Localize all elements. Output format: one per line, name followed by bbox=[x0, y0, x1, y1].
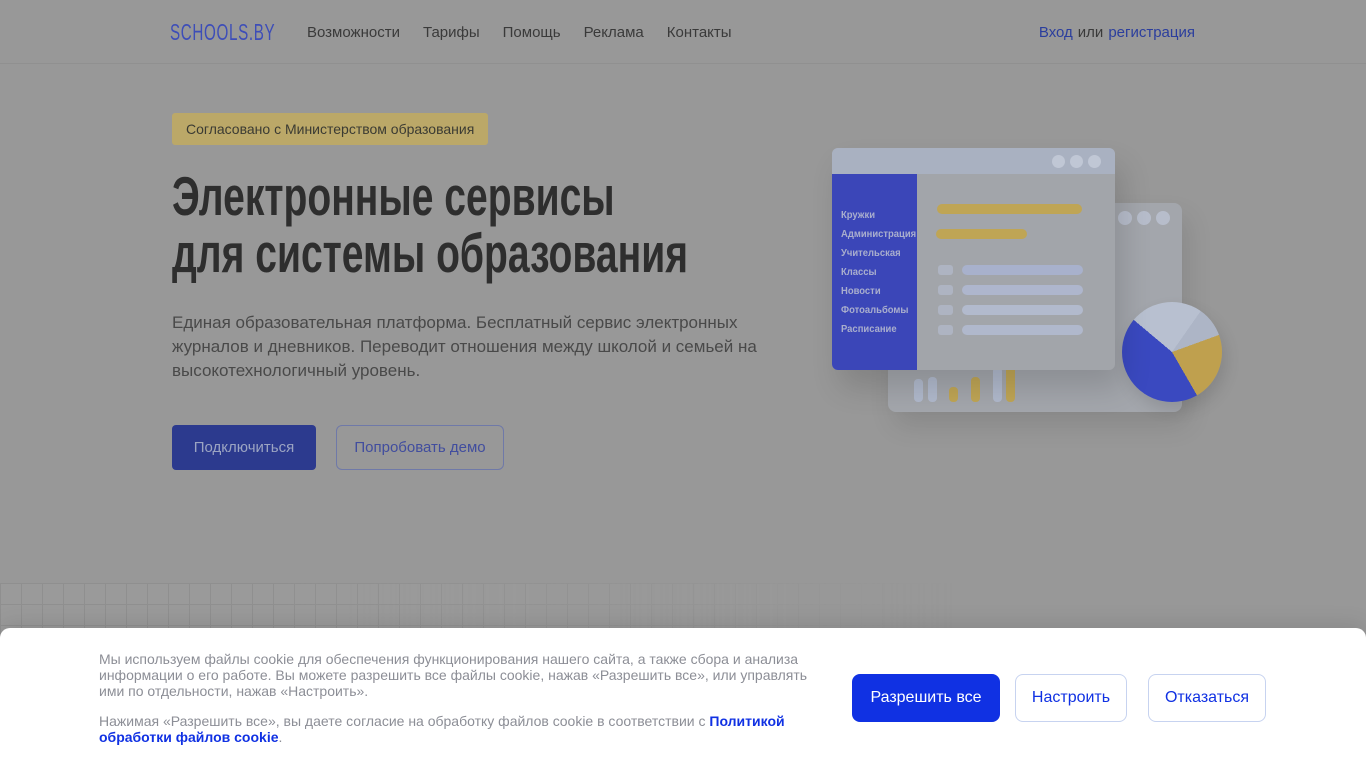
cookie-consent-banner: Мы используем файлы cookie для обеспечен… bbox=[0, 628, 1366, 768]
schools-by-logo[interactable]: SCHOOLS.BY bbox=[170, 0, 330, 64]
chart-bar bbox=[1006, 366, 1015, 402]
chart-bar bbox=[914, 379, 923, 402]
nav-item-features[interactable]: Возможности bbox=[307, 24, 400, 41]
cookie-paragraph-1: Мы используем файлы cookie для обеспечен… bbox=[99, 651, 808, 699]
allow-all-cookies-button[interactable]: Разрешить все bbox=[852, 674, 1000, 722]
sidebar-item-news: Новости bbox=[841, 285, 881, 297]
nav-item-pricing[interactable]: Тарифы bbox=[423, 24, 480, 41]
cookie-paragraph-2: Нажимая «Разрешить все», вы даете соглас… bbox=[99, 713, 819, 745]
sidebar-item-clubs: Кружки bbox=[841, 209, 876, 221]
configure-cookies-button[interactable]: Настроить bbox=[1015, 674, 1127, 722]
cookie-consent-text: Мы используем файлы cookie для обеспечен… bbox=[99, 651, 819, 745]
decline-cookies-button[interactable]: Отказаться bbox=[1148, 674, 1266, 722]
auth-separator: или bbox=[1077, 23, 1104, 41]
illustration-front-window: Кружки Администрация Учительская Классы … bbox=[832, 148, 1115, 370]
try-demo-button[interactable]: Попробовать демо bbox=[336, 425, 504, 470]
auth-links: Вход или регистрация bbox=[1039, 0, 1195, 64]
window-dots-icon bbox=[1118, 211, 1170, 225]
content-highlight-bar bbox=[936, 229, 1027, 239]
hero-cta-group: Подключиться Попробовать демо bbox=[172, 425, 504, 470]
nav-item-ads[interactable]: Реклама bbox=[584, 24, 644, 41]
sidebar-item-photo-albums: Фотоальбомы bbox=[841, 304, 909, 316]
logo-text: SCHOOLS.BY bbox=[170, 18, 276, 45]
cookie-actions: Разрешить все Настроить Отказаться bbox=[852, 674, 1266, 722]
hero-illustration: Кружки Администрация Учительская Классы … bbox=[820, 140, 1222, 520]
window-dots-icon bbox=[1052, 155, 1101, 168]
title-line-2: для системы образования bbox=[172, 222, 688, 284]
page-title: Электронные сервисы для системы образова… bbox=[172, 168, 899, 282]
illustration-pie-chart bbox=[1122, 302, 1222, 402]
row-checkbox-shape bbox=[938, 325, 953, 335]
ministry-approval-badge: Согласовано с Министерством образования bbox=[172, 113, 489, 145]
cookie-paragraph-2-suffix: . bbox=[278, 729, 283, 745]
row-checkbox-shape bbox=[938, 285, 953, 295]
content-highlight-bar bbox=[937, 204, 1082, 214]
sidebar-item-administration: Администрация bbox=[841, 228, 917, 240]
nav-item-help[interactable]: Помощь bbox=[503, 24, 561, 41]
row-checkbox-shape bbox=[938, 305, 953, 315]
chart-bar bbox=[928, 377, 937, 402]
top-navigation-bar: SCHOOLS.BY Возможности Тарифы Помощь Рек… bbox=[0, 0, 1366, 64]
nav-item-contacts[interactable]: Контакты bbox=[667, 24, 732, 41]
sidebar-item-classes: Классы bbox=[841, 266, 877, 278]
sidebar-item-teachers-room: Учительская bbox=[841, 247, 901, 259]
cookie-paragraph-2-prefix: Нажимая «Разрешить все», вы даете соглас… bbox=[99, 713, 710, 729]
chart-bar bbox=[949, 387, 958, 402]
illustration-sidebar-menu: Кружки Администрация Учительская Классы … bbox=[832, 174, 917, 370]
window-titlebar bbox=[832, 148, 1115, 174]
hero-description: Единая образовательная платформа. Беспла… bbox=[172, 313, 757, 380]
content-row-bar bbox=[962, 305, 1083, 315]
register-link[interactable]: регистрация bbox=[1108, 24, 1195, 41]
chart-bar bbox=[971, 377, 980, 402]
main-nav: Возможности Тарифы Помощь Реклама Контак… bbox=[307, 0, 732, 64]
row-checkbox-shape bbox=[938, 265, 953, 275]
login-link[interactable]: Вход bbox=[1039, 24, 1073, 41]
content-row-bar bbox=[962, 325, 1083, 335]
chart-bar bbox=[993, 367, 1002, 402]
content-row-bar bbox=[962, 285, 1083, 295]
title-line-1: Электронные сервисы bbox=[172, 165, 615, 227]
connect-button[interactable]: Подключиться bbox=[172, 425, 316, 470]
content-row-bar bbox=[962, 265, 1083, 275]
sidebar-item-schedule: Расписание bbox=[841, 323, 897, 335]
